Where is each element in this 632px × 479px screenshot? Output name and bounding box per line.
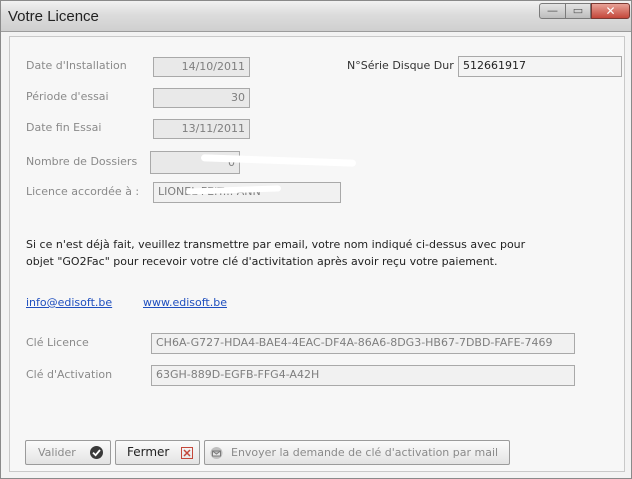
license-window: Votre Licence — ▭ ✕ Date d'Installation … [0,0,632,479]
email-link[interactable]: info@edisoft.be [26,296,112,309]
validate-button[interactable]: Valider [25,440,111,465]
trial-end-label: Date fin Essai [26,121,102,134]
website-link[interactable]: www.edisoft.be [143,296,227,309]
installation-date-label: Date d'Installation [26,59,127,72]
license-holder-label: Licence accordée à : [26,185,140,198]
maximize-button[interactable]: ▭ [565,3,591,19]
serial-number-label: N°Série Disque Dur [347,59,454,72]
validate-label: Valider [38,446,76,459]
serial-number-field[interactable]: 512661917 [458,56,622,77]
minimize-button[interactable]: — [539,3,566,19]
trial-end-field[interactable]: 13/11/2011 [153,119,250,139]
window-title: Votre Licence [8,8,99,25]
send-activation-request-label: Envoyer la demande de clé d'activation p… [231,446,499,459]
close-window-button[interactable]: ✕ [591,3,630,19]
close-icon: ✕ [605,4,616,18]
instruction-line-1: Si ce n'est déjà fait, veuillez transmet… [26,238,526,251]
trial-period-label: Période d'essai [26,90,109,103]
close-x-icon [181,447,193,459]
license-key-label: Clé Licence [26,336,89,349]
close-label: Fermer [127,445,170,459]
installation-date-field[interactable]: 14/10/2011 [153,57,250,77]
dossiers-count-label: Nombre de Dossiers [26,155,138,168]
activation-key-field[interactable]: 63GH-889D-EGFB-FFG4-A42H [151,365,575,386]
minimize-icon: — [547,4,558,17]
trial-period-field[interactable]: 30 [153,88,250,108]
close-button[interactable]: Fermer [115,440,200,465]
send-activation-request-button[interactable]: Envoyer la demande de clé d'activation p… [204,440,510,465]
mail-icon [210,447,223,459]
instruction-message: Si ce n'est déjà fait, veuillez transmet… [26,236,546,270]
instruction-line-2: objet "GO2Fac" pour recevoir votre clé d… [26,255,498,268]
activation-key-label: Clé d'Activation [26,368,113,381]
license-key-field[interactable]: CH6A-G727-HDA4-BAE4-4EAC-DF4A-86A6-8DG3-… [151,333,575,354]
maximize-icon: ▭ [572,4,584,17]
title-bar[interactable]: Votre Licence — ▭ ✕ [1,1,631,32]
check-icon [90,446,103,459]
